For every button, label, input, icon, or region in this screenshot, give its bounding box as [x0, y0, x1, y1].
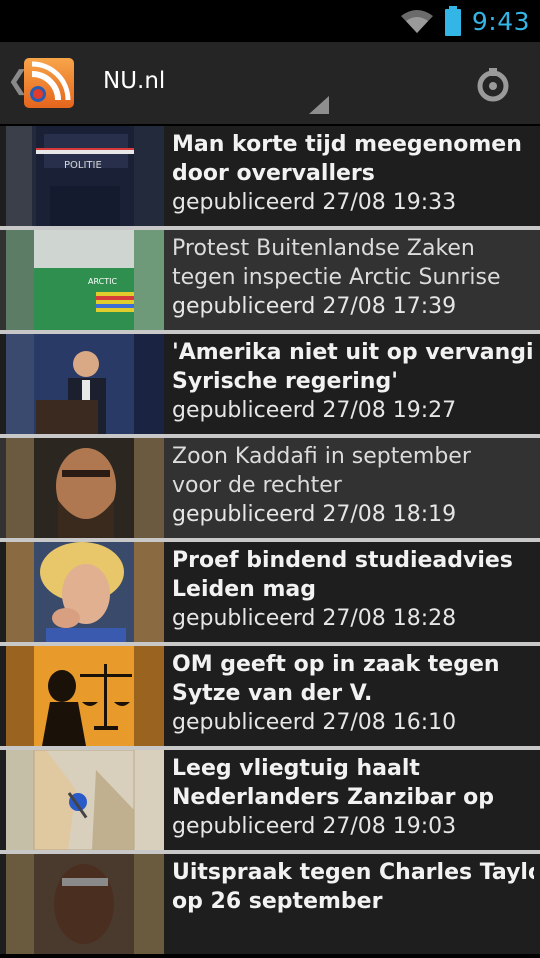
feed-title[interactable]: NU.nl [103, 68, 165, 94]
article-thumbnail [6, 438, 164, 538]
status-icons: 9:43 [400, 4, 530, 38]
article-text: Protest Buitenlandse Zaken tegen inspect… [172, 234, 534, 322]
article-date: gepubliceerd 27/08 19:33 [172, 190, 457, 215]
article-text: Man korte tijd meegenomen door overvalle… [172, 130, 534, 218]
rss-app-icon[interactable] [24, 58, 74, 108]
refresh-icon[interactable] [474, 66, 512, 104]
article-title-line-1: Leeg vliegtuig haalt [172, 756, 420, 781]
article-list: POLITIE Man korte tijd meegenomen door o… [0, 126, 540, 958]
article-thumbnail [6, 334, 164, 434]
article-thumbnail [6, 646, 164, 746]
dropdown-indicator-icon[interactable] [309, 96, 329, 114]
article-title-line-1: Protest Buitenlandse Zaken [172, 236, 475, 261]
article-date: gepubliceerd 27/08 17:39 [172, 294, 457, 319]
status-bar: 9:43 [0, 0, 540, 42]
battery-icon [444, 6, 461, 36]
article-thumbnail [6, 750, 164, 850]
svg-text:ARCTIC: ARCTIC [88, 277, 117, 286]
article-row[interactable]: POLITIE Man korte tijd meegenomen door o… [0, 126, 540, 230]
article-title-line-2: Syrische regering' [172, 369, 398, 394]
wifi-icon [400, 10, 433, 33]
article-row[interactable]: Leeg vliegtuig haalt Nederlanders Zanzib… [0, 750, 540, 854]
article-text: Proef bindend studieadvies Leiden mag ge… [172, 546, 534, 634]
article-date: gepubliceerd 27/08 19:03 [172, 814, 457, 839]
article-row[interactable]: Proef bindend studieadvies Leiden mag ge… [0, 542, 540, 646]
article-title-line-1: 'Amerika niet uit op vervanging [172, 340, 534, 365]
article-title-line-2: tegen inspectie Arctic Sunrise [172, 265, 501, 290]
article-title-line-2: Leiden mag [172, 577, 316, 602]
article-row[interactable]: 'Amerika niet uit op vervanging Syrische… [0, 334, 540, 438]
article-title-line-1: Uitspraak tegen Charles Taylor [172, 860, 534, 885]
article-text: Leeg vliegtuig haalt Nederlanders Zanzib… [172, 754, 534, 842]
article-date: gepubliceerd 27/08 16:10 [172, 710, 457, 735]
article-title-line-2: voor de rechter [172, 473, 342, 498]
article-text: Zoon Kaddafi in september voor de rechte… [172, 442, 534, 530]
article-date: gepubliceerd 27/08 19:27 [172, 398, 457, 423]
rss-icon [30, 61, 71, 102]
article-text: 'Amerika niet uit op vervanging Syrische… [172, 338, 534, 426]
article-date: gepubliceerd 27/08 18:28 [172, 606, 457, 631]
article-date: gepubliceerd 27/08 18:19 [172, 502, 457, 527]
article-title-line-2: Nederlanders Zanzibar op [172, 785, 494, 810]
article-title-line-2: op 26 september [172, 889, 383, 914]
article-row[interactable]: ARCTIC Protest Buitenlandse Zaken tegen … [0, 230, 540, 334]
status-clock: 9:43 [471, 6, 530, 36]
article-row[interactable]: OM geeft op in zaak tegen Sytze van der … [0, 646, 540, 750]
article-thumbnail: POLITIE [6, 126, 164, 226]
article-thumbnail [6, 542, 164, 642]
article-title-line-2: door overvallers [172, 161, 375, 186]
article-thumbnail [6, 854, 164, 954]
article-row[interactable]: Uitspraak tegen Charles Taylor op 26 sep… [0, 854, 540, 954]
article-thumbnail: ARCTIC [6, 230, 164, 330]
article-title-line-1: Zoon Kaddafi in september [172, 444, 471, 469]
article-text: Uitspraak tegen Charles Taylor op 26 sep… [172, 858, 534, 916]
svg-text:POLITIE: POLITIE [64, 160, 102, 171]
article-title-line-1: Proef bindend studieadvies [172, 548, 513, 573]
article-title-line-2: Sytze van der V. [172, 681, 373, 706]
article-title-line-1: OM geeft op in zaak tegen [172, 652, 500, 677]
article-text: OM geeft op in zaak tegen Sytze van der … [172, 650, 534, 738]
article-title-line-1: Man korte tijd meegenomen [172, 132, 522, 157]
article-row[interactable]: Zoon Kaddafi in september voor de rechte… [0, 438, 540, 542]
action-bar: ❮ NU.nl [0, 42, 540, 168]
